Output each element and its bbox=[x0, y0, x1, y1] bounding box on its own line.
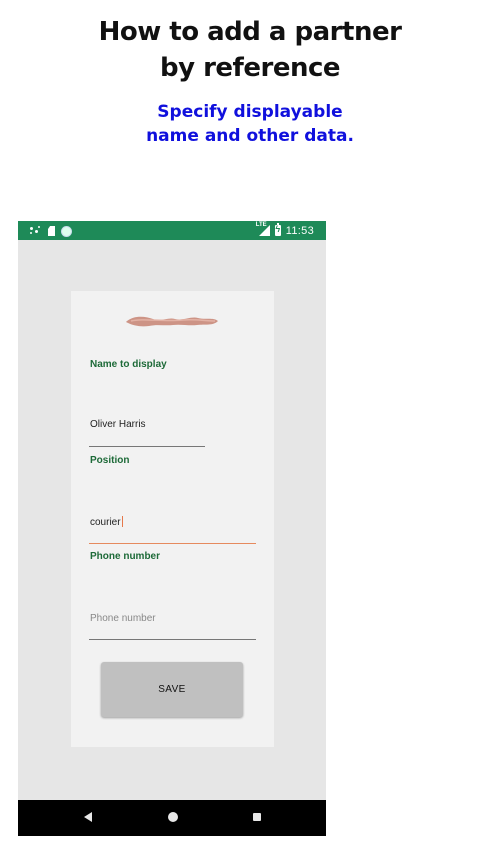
app-logo-icon bbox=[126, 316, 218, 327]
phone-number-input[interactable]: Phone number bbox=[90, 613, 156, 624]
tutorial-subtitle-line-2: name and other data. bbox=[146, 126, 354, 146]
tutorial-subtitle-line-1: Specify displayable bbox=[157, 102, 343, 122]
phone-field-underline bbox=[89, 639, 256, 640]
tutorial-title: How to add a partner by reference bbox=[0, 14, 500, 86]
name-field-underline bbox=[89, 446, 205, 447]
status-bar: LTE 11:53 bbox=[18, 221, 326, 240]
tutorial-title-line-2: by reference bbox=[159, 53, 341, 83]
signal-lte-icon: LTE bbox=[255, 222, 270, 236]
position-field-label: Position bbox=[90, 455, 130, 466]
position-field-underline bbox=[89, 543, 256, 544]
name-field[interactable]: Oliver Harris bbox=[90, 419, 146, 430]
text-cursor bbox=[121, 516, 123, 527]
sd-card-icon bbox=[48, 226, 55, 236]
name-field-label: Name to display bbox=[90, 359, 167, 370]
status-notification-icons bbox=[30, 225, 72, 237]
save-button[interactable]: SAVE bbox=[101, 662, 243, 717]
status-system-icons: LTE 11:53 bbox=[255, 222, 314, 237]
back-triangle-icon[interactable] bbox=[84, 812, 92, 822]
tutorial-title-line-1: How to add a partner bbox=[98, 17, 402, 47]
tutorial-subtitle: Specify displayable name and other data. bbox=[0, 100, 500, 148]
sync-circle-icon bbox=[61, 225, 72, 237]
home-circle-icon[interactable] bbox=[168, 812, 178, 822]
recent-apps-square-icon[interactable] bbox=[253, 813, 261, 821]
status-time: 11:53 bbox=[285, 224, 314, 237]
phone-screen: LTE 11:53 Name to display Oliver Harris … bbox=[18, 221, 326, 836]
position-field-value: courier bbox=[90, 517, 121, 528]
network-type-label: LTE bbox=[255, 222, 267, 228]
partner-form-card: Name to display Oliver Harris Position c… bbox=[71, 291, 274, 747]
assistant-dots-icon bbox=[30, 226, 42, 236]
navigation-bar bbox=[18, 800, 326, 836]
position-field[interactable]: courier bbox=[90, 516, 123, 528]
battery-charging-icon bbox=[274, 223, 281, 236]
phone-field-label: Phone number bbox=[90, 551, 161, 562]
